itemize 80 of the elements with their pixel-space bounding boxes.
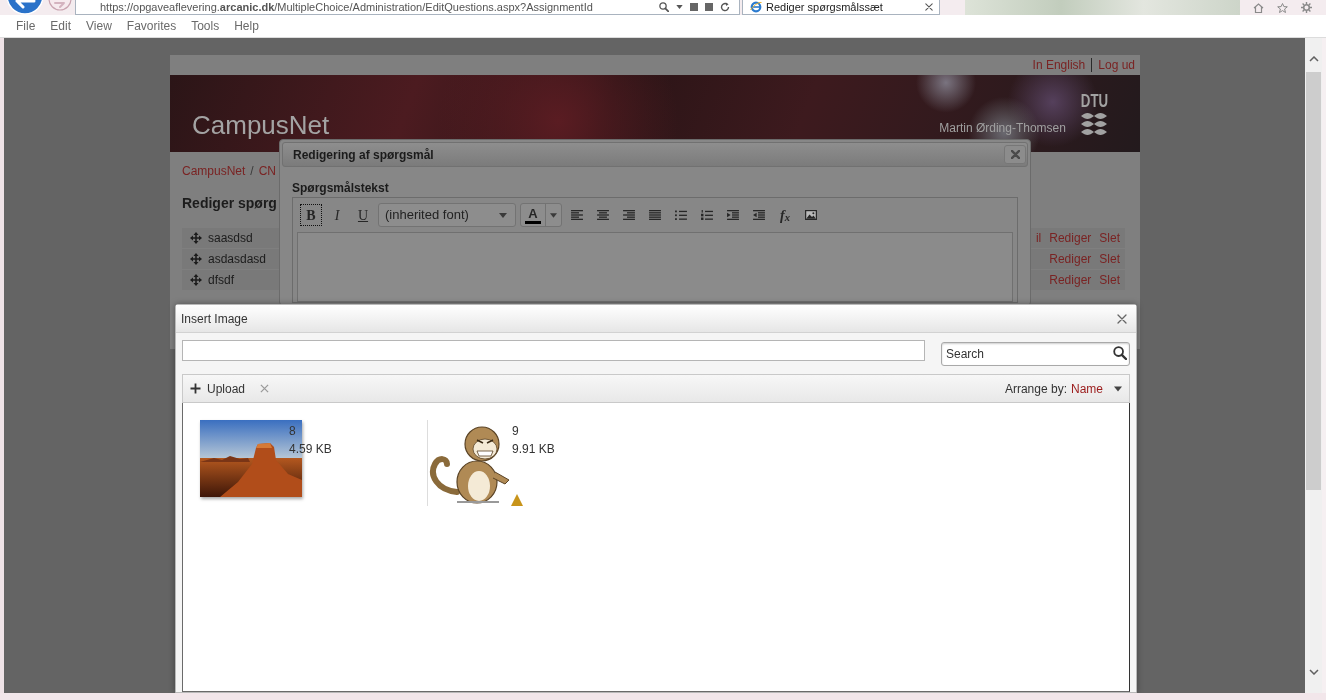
settings-icon[interactable] — [1301, 2, 1312, 13]
menu-item[interactable]: Tools — [191, 17, 220, 35]
outdent-icon — [753, 210, 765, 220]
delete-link[interactable]: Slet — [1099, 250, 1120, 268]
site-title: CampusNet — [192, 110, 330, 140]
star-icon[interactable] — [1277, 2, 1288, 13]
formula-button[interactable]: f$_{x}$ — [774, 204, 796, 226]
user-name: Martin Ørding-Thomsen — [939, 120, 1066, 136]
search-field[interactable]: Search — [941, 342, 1130, 366]
question-title: dfsdf — [208, 272, 234, 289]
file-name: 8 — [289, 423, 297, 440]
edit-link[interactable]: Rediger — [1049, 229, 1092, 247]
menu-item[interactable]: Edit — [50, 17, 72, 35]
menu-item[interactable]: Help — [234, 17, 259, 35]
underline-button[interactable]: U — [352, 204, 374, 226]
close-icon — [1010, 150, 1020, 159]
header-link[interactable]: Log ud — [1098, 56, 1135, 74]
field-label: Spørgsmålstekst — [292, 180, 390, 196]
menu-item[interactable]: Favorites — [126, 17, 177, 35]
move-icon[interactable] — [190, 232, 202, 244]
logo-text: DTU — [1080, 92, 1109, 110]
close-icon[interactable] — [925, 3, 933, 11]
scrollbar-thumb[interactable] — [1306, 72, 1321, 490]
delete-link[interactable]: Slet — [1099, 271, 1120, 289]
justify-icon — [649, 210, 661, 220]
browser-tab[interactable]: Rediger spørgsmålssæt — [742, 0, 940, 15]
home-icon[interactable] — [1253, 2, 1264, 13]
breadcrumb-separator: / — [250, 163, 254, 179]
menu-item[interactable]: File — [16, 17, 36, 35]
font-dropdown[interactable]: (inherited font) — [378, 203, 516, 227]
italic-button[interactable]: I — [326, 204, 348, 226]
caret-icon — [1114, 385, 1122, 392]
file-size: 9.91 KB — [512, 441, 555, 458]
search-icon — [1113, 346, 1127, 360]
bold-button[interactable]: B — [300, 204, 322, 226]
refresh-icon[interactable] — [720, 2, 730, 12]
caret-icon — [499, 212, 507, 218]
numbered-list-icon — [701, 210, 713, 220]
square-icon — [705, 3, 713, 11]
square-icon — [690, 3, 698, 11]
sort-dropdown[interactable]: Name — [1071, 379, 1122, 398]
chevron-down-icon[interactable] — [1308, 669, 1319, 675]
menu-item[interactable]: View — [86, 17, 112, 35]
dialog-title: Redigering af spørgsmål — [293, 146, 434, 164]
align-left-icon — [571, 210, 583, 220]
arrange-label: Arrange by: — [1004, 380, 1067, 398]
caret-icon — [550, 212, 557, 218]
delete-link[interactable]: Slet — [1099, 229, 1120, 247]
text-color-button[interactable]: A — [520, 203, 562, 227]
browser-logo-icon — [750, 1, 762, 13]
header-link[interactable]: In English — [1032, 56, 1086, 74]
plus-icon — [190, 383, 201, 394]
edit-link[interactable]: Rediger — [1049, 271, 1092, 289]
file-name: 9 — [512, 423, 520, 440]
dialog-title: Insert Image — [181, 310, 248, 328]
waves-logo-icon — [1080, 112, 1109, 136]
align-right-icon — [623, 210, 635, 220]
move-icon[interactable] — [190, 274, 202, 286]
upload-button[interactable]: Upload — [190, 379, 246, 398]
align-center-icon — [597, 210, 609, 220]
caret-icon — [676, 5, 683, 9]
bulleted-list-icon — [675, 210, 687, 220]
close-icon[interactable] — [1117, 313, 1127, 324]
question-title: saasdsd — [208, 230, 253, 247]
search-icon — [659, 2, 669, 12]
breadcrumb-link[interactable]: CampusNet — [182, 163, 246, 179]
edit-link[interactable]: Rediger — [1049, 250, 1092, 268]
question-title: asdasdasd — [208, 251, 267, 268]
image-icon — [805, 210, 817, 220]
chevron-up-icon[interactable] — [1308, 56, 1319, 62]
row-link[interactable]: il — [1035, 229, 1042, 247]
back-button[interactable] — [5, 0, 45, 15]
close-button[interactable] — [1004, 145, 1026, 164]
breadcrumb-link[interactable]: CN — [258, 163, 277, 179]
cross-icon[interactable] — [260, 384, 270, 393]
path-field[interactable] — [182, 340, 925, 361]
address-field[interactable]: https://opgaveaflevering.arcanic.dk/MultipleChoice/Administration/EditQuestions.aspx?AssignmentId — [75, 0, 740, 15]
indent-icon — [727, 210, 739, 220]
move-icon[interactable] — [190, 253, 202, 265]
page-heading: Rediger spørg — [182, 194, 278, 212]
